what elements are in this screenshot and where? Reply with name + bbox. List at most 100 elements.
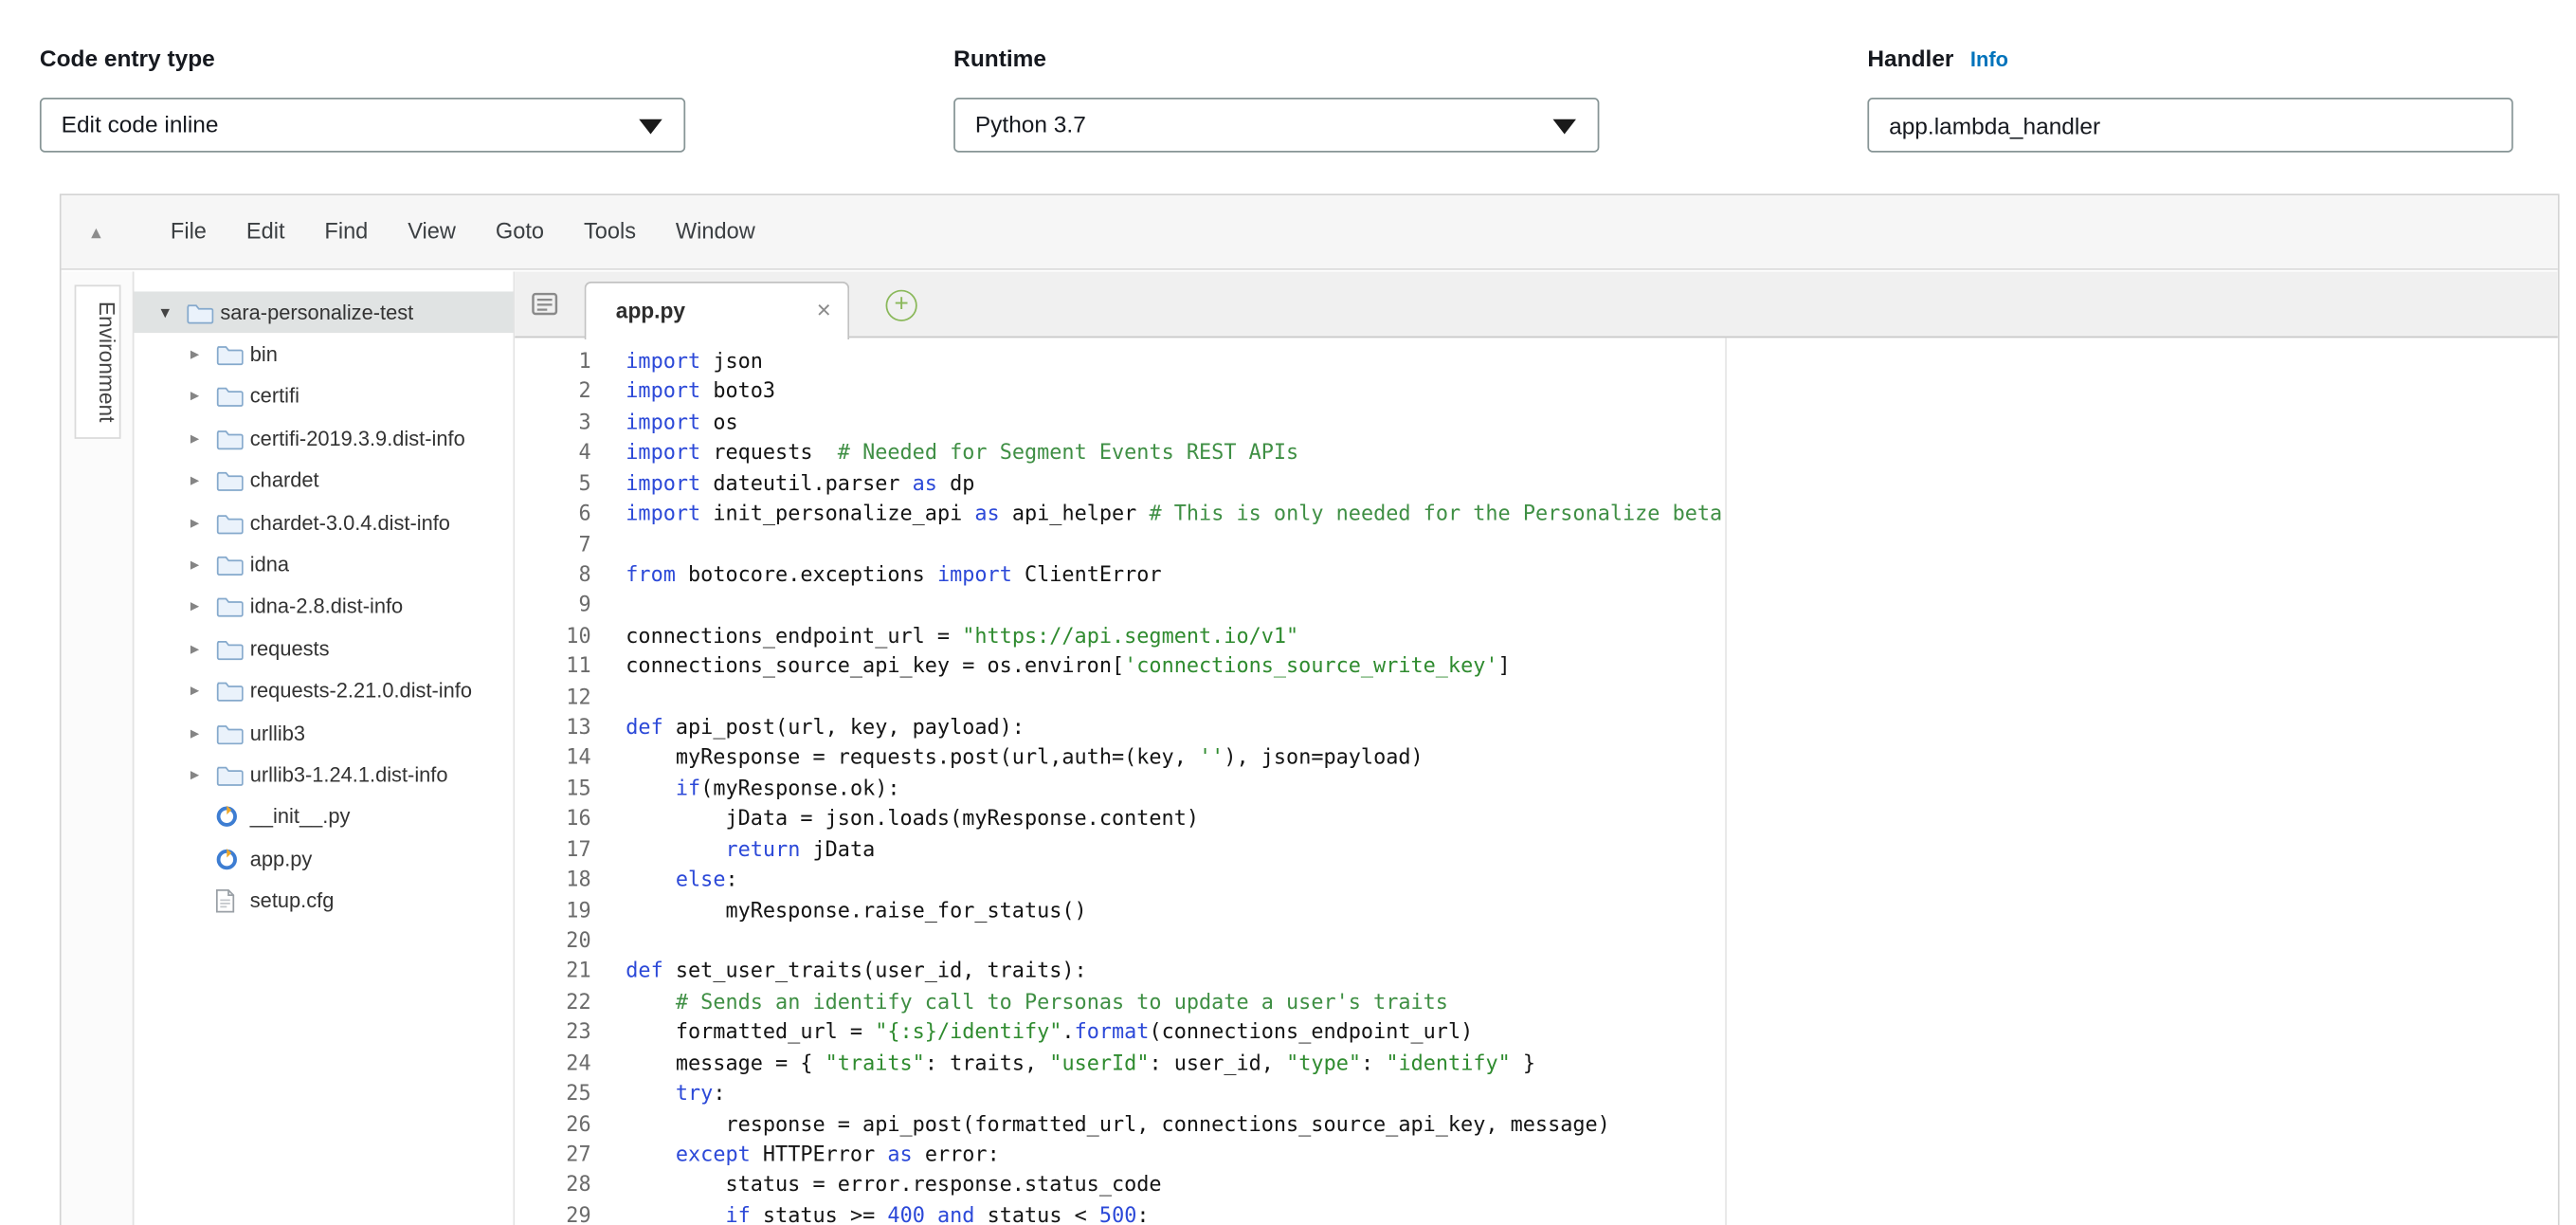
menu-item-file[interactable]: File: [151, 195, 227, 268]
line-number[interactable]: 26: [515, 1109, 617, 1140]
code-line: return jData: [626, 834, 2558, 865]
tree-item-sara-personalize-test[interactable]: ▾ sara-personalize-test: [134, 291, 513, 333]
line-number[interactable]: 17: [515, 834, 617, 865]
line-number[interactable]: 16: [515, 804, 617, 834]
folder-icon: [215, 511, 250, 534]
disclosure-collapsed-icon[interactable]: ▸: [190, 597, 215, 617]
runtime-select[interactable]: Python 3.7: [953, 98, 1599, 153]
disclosure-expanded-icon[interactable]: ▾: [160, 302, 185, 323]
chevron-down-icon: [1552, 119, 1575, 135]
close-icon[interactable]: ×: [817, 283, 831, 338]
environment-tab[interactable]: Environment: [75, 284, 121, 438]
code-line: import requests # Needed for Segment Eve…: [626, 438, 2558, 468]
plus-icon: +: [894, 290, 908, 319]
code-lines: import jsonimport boto3import osimport r…: [618, 346, 2558, 1225]
tree-item-certifi-2019-3-9-dist-info[interactable]: ▸certifi-2019.3.9.dist-info: [134, 417, 513, 459]
code-line: [626, 925, 2558, 956]
folder-icon: [215, 680, 250, 703]
tree-item-requests-2-21-0-dist-info[interactable]: ▸ requests-2.21.0.dist-info: [134, 670, 513, 712]
line-number[interactable]: 11: [515, 651, 617, 682]
ide-body: Environment ▾sara-personalize-test▸bin▸c…: [62, 271, 2558, 1225]
line-number[interactable]: 14: [515, 742, 617, 773]
tree-item-app-py[interactable]: app.py: [134, 838, 513, 880]
line-number[interactable]: 18: [515, 865, 617, 895]
line-number[interactable]: 12: [515, 682, 617, 712]
editor-area: app.py × + 12345678910111213141516171819…: [515, 271, 2558, 1225]
tree-item-bin[interactable]: ▸bin: [134, 334, 513, 375]
disclosure-collapsed-icon[interactable]: ▸: [190, 681, 215, 701]
folder-icon: [215, 763, 250, 786]
editor-tab-bar: app.py × +: [515, 271, 2558, 338]
code-entry-type-field: Code entry type Edit code inline: [40, 45, 685, 153]
line-number[interactable]: 6: [515, 499, 617, 529]
line-number[interactable]: 23: [515, 1017, 617, 1048]
disclosure-collapsed-icon[interactable]: ▸: [190, 429, 215, 448]
new-tab-button[interactable]: +: [886, 290, 917, 321]
gutter: 1234567891011121314151617181920212223242…: [515, 346, 617, 1225]
disclosure-collapsed-icon[interactable]: ▸: [190, 471, 215, 491]
menu-item-goto[interactable]: Goto: [476, 195, 564, 268]
line-number[interactable]: 5: [515, 468, 617, 499]
disclosure-collapsed-icon[interactable]: ▸: [190, 555, 215, 575]
line-number[interactable]: 25: [515, 1078, 617, 1108]
handler-field: Handler Info: [1867, 45, 2513, 153]
tree-item-label: idna-2.8.dist-info: [250, 595, 403, 618]
line-number[interactable]: 27: [515, 1140, 617, 1170]
line-number[interactable]: 13: [515, 712, 617, 742]
menu-item-edit[interactable]: Edit: [227, 195, 305, 268]
menu-item-find[interactable]: Find: [304, 195, 388, 268]
code-entry-type-select[interactable]: Edit code inline: [40, 98, 685, 153]
tab-list-icon[interactable]: [532, 291, 558, 324]
tree-item-label: __init__.py: [250, 806, 351, 829]
disclosure-collapsed-icon[interactable]: ▸: [190, 513, 215, 533]
line-number[interactable]: 22: [515, 987, 617, 1017]
line-number[interactable]: 20: [515, 925, 617, 956]
menu-item-view[interactable]: View: [388, 195, 476, 268]
line-number[interactable]: 21: [515, 957, 617, 987]
line-number[interactable]: 1: [515, 346, 617, 376]
tree-item-label: certifi: [250, 385, 299, 408]
line-number[interactable]: 19: [515, 895, 617, 925]
line-number[interactable]: 28: [515, 1170, 617, 1200]
disclosure-collapsed-icon[interactable]: ▸: [190, 344, 215, 364]
tree-item--init-py[interactable]: __init__.py: [134, 796, 513, 838]
handler-info-link[interactable]: Info: [1970, 48, 2008, 71]
code-line: myResponse.raise_for_status(): [626, 895, 2558, 925]
code-entry-type-label-text: Code entry type: [40, 45, 215, 71]
line-number[interactable]: 4: [515, 438, 617, 468]
line-number[interactable]: 9: [515, 591, 617, 621]
tree-item-requests[interactable]: ▸requests: [134, 628, 513, 669]
tree-item-certifi[interactable]: ▸ certifi: [134, 375, 513, 417]
line-number[interactable]: 7: [515, 529, 617, 559]
tree-item-label: chardet: [250, 469, 319, 492]
tree-item-idna[interactable]: ▸idna: [134, 544, 513, 586]
line-number[interactable]: 24: [515, 1048, 617, 1078]
disclosure-collapsed-icon[interactable]: ▸: [190, 765, 215, 785]
line-number[interactable]: 10: [515, 621, 617, 651]
disclosure-collapsed-icon[interactable]: ▸: [190, 639, 215, 659]
tree-item-urllib3[interactable]: ▸urllib3: [134, 712, 513, 754]
line-number[interactable]: 15: [515, 774, 617, 804]
code-line: myResponse = requests.post(url,auth=(key…: [626, 742, 2558, 773]
line-number[interactable]: 2: [515, 376, 617, 407]
handler-input[interactable]: [1867, 98, 2513, 153]
line-number[interactable]: 29: [515, 1200, 617, 1225]
collapse-menu-icon[interactable]: ▴: [91, 220, 127, 243]
line-number[interactable]: 3: [515, 407, 617, 437]
tree-item-setup-cfg[interactable]: setup.cfg: [134, 880, 513, 922]
code-editor[interactable]: 1234567891011121314151617181920212223242…: [515, 338, 2558, 1225]
tree-item-chardet[interactable]: ▸ chardet: [134, 460, 513, 502]
tree-item-label: setup.cfg: [250, 889, 335, 912]
disclosure-collapsed-icon[interactable]: ▸: [190, 723, 215, 743]
tree-item-label: sara-personalize-test: [220, 301, 413, 323]
tab-app-py[interactable]: app.py ×: [585, 282, 849, 339]
tree-item-chardet-3-0-4-dist-info[interactable]: ▸chardet-3.0.4.dist-info: [134, 502, 513, 543]
tree-item-idna-2-8-dist-info[interactable]: ▸ idna-2.8.dist-info: [134, 586, 513, 628]
menu-item-tools[interactable]: Tools: [564, 195, 656, 268]
tree-item-urllib3-1-24-1-dist-info[interactable]: ▸urllib3-1.24.1.dist-info: [134, 754, 513, 795]
menu-item-window[interactable]: Window: [656, 195, 775, 268]
disclosure-collapsed-icon[interactable]: ▸: [190, 387, 215, 407]
line-number[interactable]: 8: [515, 559, 617, 590]
tree-item-label: requests-2.21.0.dist-info: [250, 680, 472, 703]
page: Code entry type Edit code inline Runtime…: [0, 0, 2576, 1225]
